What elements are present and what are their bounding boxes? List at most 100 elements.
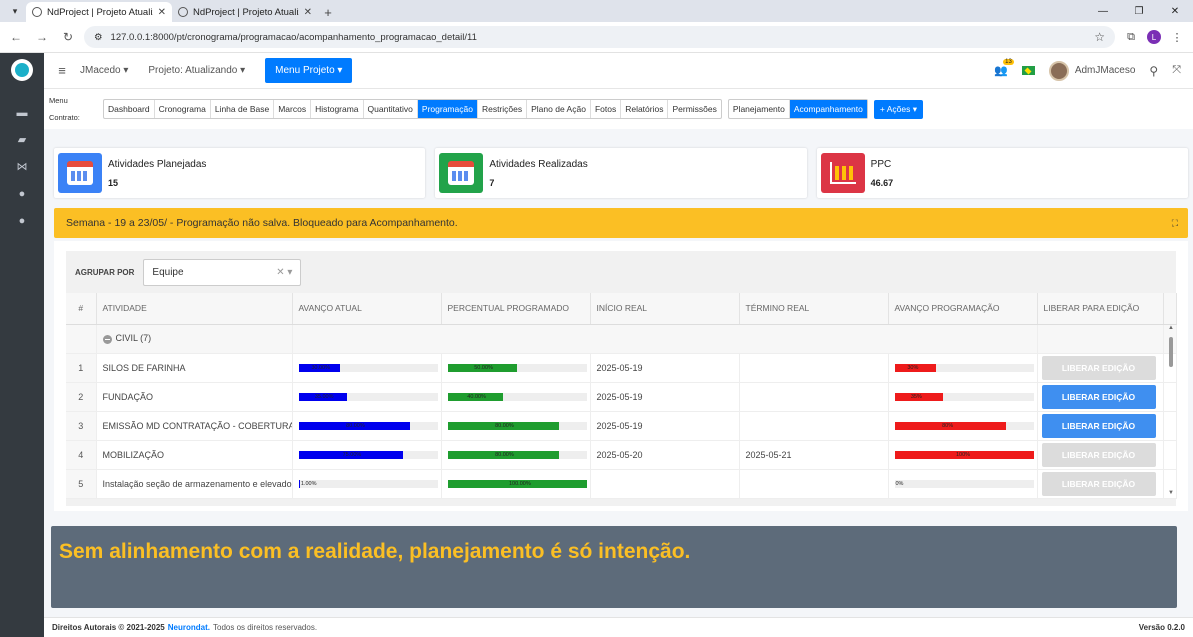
site-info-icon[interactable]: ⚙ xyxy=(94,32,103,43)
back-icon[interactable]: ← xyxy=(6,30,26,44)
liberar-edicao-button[interactable]: LIBERAR EDIÇÃO xyxy=(1041,413,1156,438)
column-header-5[interactable]: TÉRMINO REAL xyxy=(739,293,889,325)
submenu-item-3[interactable]: Marcos xyxy=(274,100,312,118)
table-row[interactable]: 5 Instalação seção de armazenamento e ele… xyxy=(66,469,1177,499)
release-cell: LIBERAR EDIÇÃO xyxy=(1037,440,1164,470)
activity-name: MOBILIZAÇÃO xyxy=(96,440,293,470)
minimize-icon[interactable]: — xyxy=(1085,0,1121,22)
search-icon[interactable]: ⚲ xyxy=(1149,64,1158,78)
progress-bar: 30.00% xyxy=(298,363,438,372)
project-dropdown[interactable]: Projeto: Atualizando ▾ xyxy=(148,65,245,76)
card-label: PPC xyxy=(870,158,892,170)
liberar-edicao-button[interactable]: LIBERAR EDIÇÃO xyxy=(1041,442,1156,467)
group-row[interactable]: CIVIL (7) xyxy=(66,324,1177,354)
column-header-4[interactable]: INÍCIO REAL xyxy=(590,293,740,325)
submenu-item-7[interactable]: Restrições xyxy=(478,100,528,118)
profile-avatar[interactable]: L xyxy=(1147,30,1161,44)
address-bar-row: ← → ↻ ⚙ 127.0.0.1:8000/pt/cronograma/pro… xyxy=(0,22,1193,53)
close-tab-icon[interactable]: ✕ xyxy=(158,7,166,18)
submenu-item-9[interactable]: Fotos xyxy=(591,100,622,118)
brand-link[interactable]: Neurondat. xyxy=(168,623,210,632)
submenu-item-8[interactable]: Plano de Ação xyxy=(527,100,591,118)
card-label: Atividades Realizadas xyxy=(489,158,588,170)
network-icon[interactable]: ⋈ xyxy=(0,153,44,180)
submenu-item-6[interactable]: Programação xyxy=(417,100,478,118)
column-header-6[interactable]: AVANÇO PROGRAMAÇÃO xyxy=(888,293,1038,325)
card-value: 46.67 xyxy=(870,177,894,188)
more-menu-icon[interactable]: ⋮ xyxy=(1167,31,1187,44)
dashboard-icon[interactable]: ▬ xyxy=(0,99,44,126)
liberar-edicao-button[interactable]: LIBERAR EDIÇÃO xyxy=(1041,355,1156,380)
fullscreen-icon[interactable]: ⤧ xyxy=(1172,64,1181,77)
restore-icon[interactable]: ❐ xyxy=(1121,0,1157,22)
reload-icon[interactable]: ↻ xyxy=(58,30,78,44)
user-avatar[interactable] xyxy=(1048,60,1069,81)
column-header-7[interactable]: LIBERAR PARA EDIÇÃO xyxy=(1037,293,1164,325)
extensions-icon[interactable]: ⧉ xyxy=(1121,31,1141,44)
start-date: 2025-05-19 xyxy=(590,353,740,383)
submenu-item-10[interactable]: Relatórios xyxy=(621,100,669,118)
progress-label: 0% xyxy=(895,480,904,487)
column-header-spacer xyxy=(1163,293,1177,325)
calendar-icon xyxy=(58,153,102,193)
table-row[interactable]: 4 MOBILIZAÇÃO 75.00% 80.00% 2025-05-20 2025-0… xyxy=(66,440,1177,470)
bookmark-star-icon[interactable]: ☆ xyxy=(1094,30,1105,44)
brazil-flag-icon[interactable] xyxy=(1021,66,1035,75)
globe-icon xyxy=(32,7,42,17)
user-dropdown[interactable]: JMacedo ▾ xyxy=(80,65,128,76)
user-lock-icon[interactable]: ● xyxy=(0,207,44,234)
end-date xyxy=(739,469,889,499)
progress-bar: 80.00% xyxy=(447,421,587,430)
user-settings-icon[interactable]: ● xyxy=(0,180,44,207)
column-header-1[interactable]: ATIVIDADE xyxy=(96,293,293,325)
column-header-2[interactable]: AVANÇO ATUAL xyxy=(292,293,442,325)
table-scrollbar[interactable]: ▲ ▼ xyxy=(1168,325,1174,496)
group-label-cell[interactable]: CIVIL (7) xyxy=(96,324,293,354)
row-number: 1 xyxy=(66,353,97,383)
liberar-edicao-button[interactable]: LIBERAR EDIÇÃO xyxy=(1041,384,1156,409)
submenu-item-0[interactable]: Dashboard xyxy=(104,100,155,118)
close-tab-icon[interactable]: ✕ xyxy=(304,7,312,18)
close-window-icon[interactable]: ✕ xyxy=(1157,0,1193,22)
forward-icon[interactable]: → xyxy=(32,30,52,44)
progress-bar: 100.00% xyxy=(447,479,587,488)
release-cell: LIBERAR EDIÇÃO xyxy=(1037,353,1164,383)
submenu-item-4[interactable]: Histograma xyxy=(311,100,364,118)
column-header-3[interactable]: PERCENTUAL PROGRAMADO xyxy=(441,293,591,325)
clear-select-icon[interactable]: ✕ ▾ xyxy=(276,267,292,278)
submenu-item-2[interactable]: Linha de Base xyxy=(211,100,275,118)
url-field[interactable]: ⚙ 127.0.0.1:8000/pt/cronograma/programac… xyxy=(84,26,1115,48)
tab-title: NdProject | Projeto Atualizando xyxy=(47,6,153,18)
group-by-select[interactable]: Equipe ✕ ▾ xyxy=(143,258,302,286)
table-row[interactable]: 3EMISSÃO MD CONTRATAÇÃO - COBERTURA METÁ… xyxy=(66,411,1177,441)
acoes-button[interactable]: + Ações ▾ xyxy=(873,99,923,119)
browser-tab[interactable]: NdProject | Projeto Atualizando ✕ xyxy=(172,2,318,22)
folder-icon[interactable]: ▰ xyxy=(0,126,44,153)
progress-bar: 100% xyxy=(894,450,1034,459)
submenu-item-11[interactable]: Permissões xyxy=(668,100,720,118)
table-row[interactable]: 1 SILOS DE FARINHA 30.00% 50.00% 2025-05-19 3… xyxy=(66,353,1177,383)
progress-fill xyxy=(298,479,300,488)
user-name[interactable]: AdmJMaceso xyxy=(1075,65,1136,76)
submenu-mode-1[interactable]: Acompanhamento xyxy=(789,100,867,118)
column-header-0[interactable]: # xyxy=(66,293,97,325)
menu-projeto-button[interactable]: Menu Projeto ▾ xyxy=(265,58,353,83)
row-number: 3 xyxy=(66,411,97,441)
hamburger-icon[interactable]: ≡ xyxy=(44,63,80,78)
end-date xyxy=(739,411,889,441)
progress-bar: 35.00% xyxy=(298,392,438,401)
submenu-mode-0[interactable]: Planejamento xyxy=(729,100,790,118)
expand-icon[interactable]: ⛶ xyxy=(1172,218,1178,229)
submenu-item-1[interactable]: Cronograma xyxy=(155,100,211,118)
liberar-edicao-button[interactable]: LIBERAR EDIÇÃO xyxy=(1041,471,1156,496)
card-atividades-planejadas: Atividades Planejadas 15 xyxy=(54,148,426,198)
collapse-icon[interactable] xyxy=(102,334,112,344)
table-row[interactable]: 2 FUNDAÇÃO 35.00% 40.00% 2025-05-19 35% LIBERA… xyxy=(66,382,1177,412)
tab-list-chevron-icon[interactable]: ▾ xyxy=(4,0,26,22)
week-banner: Semana - 19 a 23/05/ - Programação não s… xyxy=(54,208,1188,238)
app-logo[interactable] xyxy=(11,59,33,81)
submenu-item-5[interactable]: Quantitativo xyxy=(364,100,418,118)
users-icon[interactable]: 👥 13 xyxy=(994,59,1014,77)
browser-tab-active[interactable]: NdProject | Projeto Atualizando ✕ xyxy=(26,2,172,22)
new-tab-icon[interactable]: + xyxy=(318,2,338,22)
